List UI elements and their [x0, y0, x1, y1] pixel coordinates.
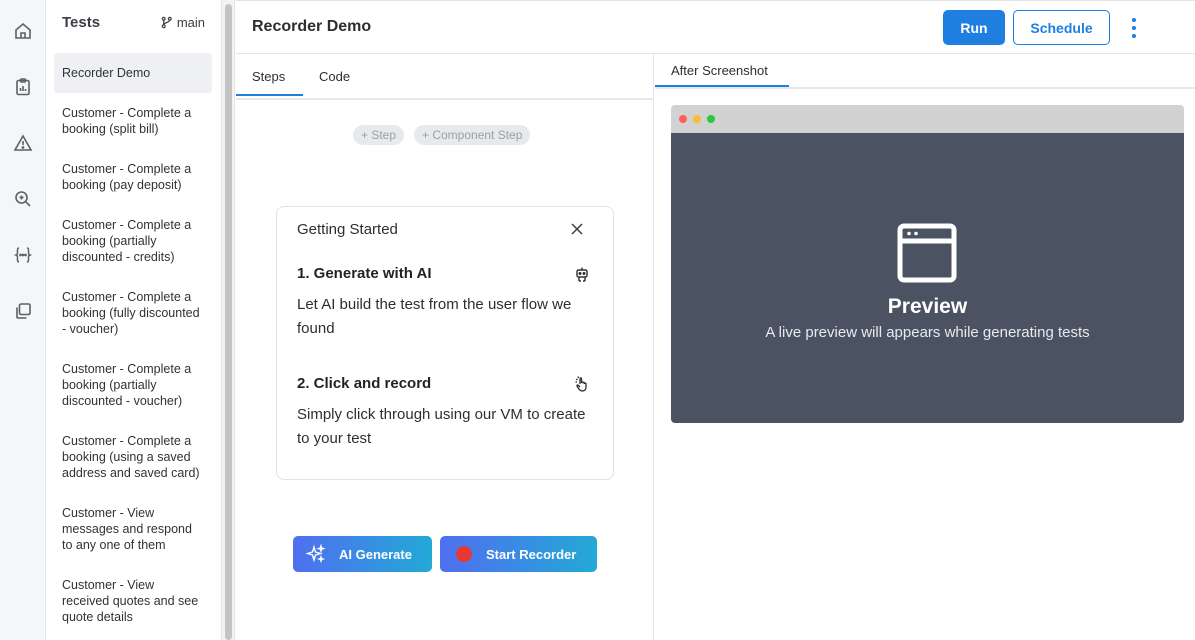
git-branch-icon: [161, 16, 172, 29]
tab-code[interactable]: Code: [319, 69, 350, 84]
test-item[interactable]: Customer - Complete a booking (pay depos…: [54, 161, 212, 193]
sparkles-icon: [306, 544, 326, 564]
browser-window-icon: [897, 223, 957, 283]
active-tab-indicator: [655, 85, 789, 87]
icon-rail: [0, 0, 46, 640]
tests-title: Tests: [62, 14, 101, 31]
search-bug-icon[interactable]: [12, 188, 34, 210]
home-icon[interactable]: [12, 20, 34, 42]
header-bar: Recorder Demo Run Schedule: [236, 0, 1195, 54]
preview-area: Preview A live preview will appears whil…: [671, 133, 1184, 423]
preview-title: Preview: [887, 295, 968, 318]
ai-generate-label: AI Generate: [339, 546, 412, 562]
tests-scrollbar[interactable]: [221, 0, 235, 640]
test-item[interactable]: Customer - Complete a booking (using a s…: [54, 433, 212, 481]
step2-title: 2. Click and record: [297, 375, 432, 392]
editor-pane: Steps Code + Step + Component Step Getti…: [236, 54, 654, 640]
tab-after-screenshot[interactable]: After Screenshot: [671, 63, 768, 78]
card-title: Getting Started: [297, 221, 398, 238]
step1-title: 1. Generate with AI: [297, 265, 432, 282]
branch-label: main: [176, 15, 205, 30]
schedule-button[interactable]: Schedule: [1013, 10, 1110, 45]
copy-icon[interactable]: [12, 300, 34, 322]
step1-text: Let AI build the test from the user flow…: [297, 296, 572, 337]
tab-steps[interactable]: Steps: [252, 69, 285, 84]
more-options-icon[interactable]: [1126, 15, 1142, 41]
close-icon[interactable]: [569, 221, 585, 237]
step2-text: Simply click through using our VM to cre…: [297, 406, 586, 447]
record-icon: [456, 546, 472, 562]
ai-generate-button[interactable]: AI Generate: [293, 536, 432, 572]
add-step-button[interactable]: + Step: [353, 125, 405, 145]
test-item-recorder-demo[interactable]: Recorder Demo: [54, 53, 212, 93]
active-tab-indicator: [236, 94, 303, 96]
getting-started-card: Getting Started 1. Generate with AI Let …: [276, 206, 614, 480]
clipboard-chart-icon[interactable]: [12, 76, 34, 98]
add-component-step-button[interactable]: + Component Step: [414, 125, 531, 145]
test-item[interactable]: Customer - View messages and respond to …: [54, 505, 212, 553]
test-item[interactable]: Customer - Complete a booking (partially…: [54, 217, 212, 265]
test-item[interactable]: Customer - View received quotes and see …: [54, 577, 212, 625]
variables-icon[interactable]: [12, 244, 34, 266]
start-recorder-button[interactable]: Start Recorder: [440, 536, 597, 572]
preview-tabs: After Screenshot: [655, 54, 1195, 89]
maximize-dot: [707, 115, 715, 123]
page-title: Recorder Demo: [252, 18, 372, 35]
scrollbar-thumb[interactable]: [225, 4, 232, 640]
close-dot: [679, 115, 687, 123]
robot-icon: [576, 267, 588, 282]
tests-header: Tests main: [62, 14, 211, 34]
warning-icon[interactable]: [12, 132, 34, 154]
tests-panel: Tests main Recorder Demo Customer - Comp…: [46, 0, 221, 640]
preview-pane: After Screenshot Preview A live preview …: [655, 54, 1195, 640]
test-item[interactable]: Customer - Complete a booking (split bil…: [54, 105, 212, 137]
click-hand-icon: [575, 376, 587, 392]
test-item[interactable]: Customer - Complete a booking (partially…: [54, 361, 212, 409]
branch-selector[interactable]: main: [160, 15, 205, 30]
run-button[interactable]: Run: [943, 10, 1005, 45]
minimize-dot: [693, 115, 701, 123]
editor-tabs: Steps Code: [236, 54, 654, 100]
preview-subtitle: A live preview will appears while genera…: [765, 324, 1090, 341]
browser-mockup: Preview A live preview will appears whil…: [671, 105, 1184, 423]
browser-titlebar: [671, 105, 1184, 133]
test-item[interactable]: Customer - Complete a booking (fully dis…: [54, 289, 212, 337]
start-recorder-label: Start Recorder: [486, 546, 577, 562]
